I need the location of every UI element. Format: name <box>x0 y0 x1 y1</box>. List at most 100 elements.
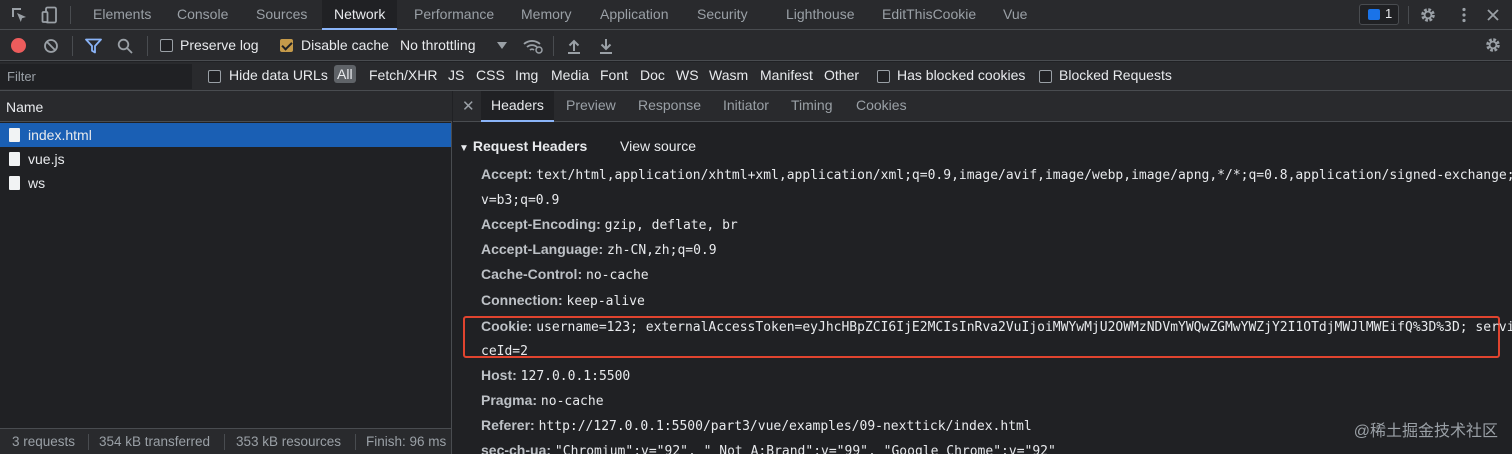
header-value: ceId=2 <box>481 344 528 359</box>
document-file-icon <box>9 128 20 142</box>
header-accept: Accept: text/html,application/xhtml+xml,… <box>481 164 1512 186</box>
header-value: no-cache <box>540 394 604 409</box>
detail-tab-bar: ✕ Headers Preview Response Initiator Tim… <box>453 91 1512 122</box>
filter-type-doc[interactable]: Doc <box>640 67 665 83</box>
tab-security[interactable]: Security <box>697 0 748 30</box>
device-toolbar-icon[interactable] <box>41 6 59 24</box>
network-toolbar: Preserve log Disable cache No throttling <box>0 30 1512 61</box>
header-referer: Referer: http://127.0.0.1:5500/part3/vue… <box>481 415 1032 437</box>
header-sec-ch-ua: sec-ch-ua: "Chromium";v="92", " Not A;Br… <box>481 440 1056 454</box>
filter-type-manifest[interactable]: Manifest <box>760 67 813 83</box>
filter-type-fetch-xhr[interactable]: Fetch/XHR <box>369 67 437 83</box>
export-har-icon[interactable] <box>599 38 613 54</box>
header-value: v=b3;q=0.9 <box>481 193 560 208</box>
disable-cache-label: Disable cache <box>301 37 389 53</box>
import-har-icon[interactable] <box>567 38 581 54</box>
record-button[interactable] <box>11 38 26 53</box>
request-headers-section-toggle[interactable]: ▼ Request Headers <box>459 138 587 154</box>
toolbar-divider <box>1408 6 1409 24</box>
issues-count: 1 <box>1385 6 1393 21</box>
name-column-header[interactable]: Name <box>0 91 452 122</box>
issues-badge[interactable]: 1 <box>1359 4 1399 25</box>
throttling-select[interactable]: No throttling <box>400 37 475 53</box>
header-value: zh-CN,zh;q=0.9 <box>607 243 717 258</box>
websocket-file-icon <box>9 176 20 190</box>
tab-memory[interactable]: Memory <box>521 0 572 30</box>
header-value: text/html,application/xhtml+xml,applicat… <box>536 168 1512 183</box>
tab-lighthouse[interactable]: Lighthouse <box>786 0 855 30</box>
filter-type-wasm[interactable]: Wasm <box>709 67 748 83</box>
settings-gear-icon[interactable] <box>1419 6 1437 24</box>
tab-editthiscookie[interactable]: EditThisCookie <box>882 0 976 30</box>
close-devtools-icon[interactable] <box>1484 6 1502 24</box>
header-pragma: Pragma: no-cache <box>481 390 604 412</box>
request-headers-title: Request Headers <box>472 138 588 154</box>
header-host: Host: 127.0.0.1:5500 <box>481 365 630 387</box>
tab-performance[interactable]: Performance <box>414 0 494 30</box>
issue-message-icon <box>1368 9 1380 20</box>
request-list-panel: Name index.html vue.js ws 3 requests 354… <box>0 91 452 454</box>
request-row-ws[interactable]: ws <box>0 171 451 195</box>
expand-triangle-icon: ▼ <box>459 143 469 154</box>
tab-elements[interactable]: Elements <box>93 0 151 30</box>
toolbar-divider <box>72 36 73 56</box>
requests-count: 3 requests <box>12 434 76 449</box>
request-row-vue-js[interactable]: vue.js <box>0 147 451 171</box>
tab-cookies[interactable]: Cookies <box>856 91 907 122</box>
header-cache-control: Cache-Control: no-cache <box>481 264 649 286</box>
filter-type-js[interactable]: JS <box>448 67 464 83</box>
disable-cache-checkbox[interactable] <box>280 39 293 52</box>
header-key: Cookie: <box>481 318 533 334</box>
close-detail-icon[interactable]: ✕ <box>462 97 475 115</box>
tab-vue[interactable]: Vue <box>1003 0 1027 30</box>
devtools-tab-bar: Elements Console Sources Network Perform… <box>0 0 1512 30</box>
clear-icon[interactable] <box>43 38 59 54</box>
has-blocked-cookies-label: Has blocked cookies <box>897 67 1026 83</box>
dropdown-arrow-icon <box>497 42 507 49</box>
filter-type-ws[interactable]: WS <box>676 67 699 83</box>
preserve-log-checkbox[interactable] <box>160 39 173 52</box>
header-cookie-continued: ceId=2 <box>481 340 528 362</box>
tab-network[interactable]: Network <box>322 0 398 30</box>
tab-application[interactable]: Application <box>600 0 669 30</box>
tab-initiator[interactable]: Initiator <box>723 91 769 122</box>
header-value: gzip, deflate, br <box>604 218 738 233</box>
inspect-element-icon[interactable] <box>10 6 28 24</box>
filter-funnel-icon[interactable] <box>85 38 102 54</box>
header-accept-language: Accept-Language: zh-CN,zh;q=0.9 <box>481 239 717 261</box>
header-key: Accept: <box>481 166 533 182</box>
blocked-requests-label: Blocked Requests <box>1059 67 1172 83</box>
request-name: ws <box>28 175 46 191</box>
request-detail-panel: ✕ Headers Preview Response Initiator Tim… <box>453 91 1512 454</box>
header-key: Connection: <box>481 292 563 308</box>
blocked-requests-checkbox[interactable] <box>1039 70 1052 83</box>
request-row-index-html[interactable]: index.html <box>0 123 451 147</box>
filter-type-media[interactable]: Media <box>551 67 589 83</box>
filter-type-font[interactable]: Font <box>600 67 628 83</box>
search-icon[interactable] <box>117 38 133 54</box>
more-options-icon[interactable] <box>1455 6 1473 24</box>
hide-data-urls-checkbox[interactable] <box>208 70 221 83</box>
network-conditions-icon[interactable] <box>522 37 544 55</box>
tab-sources[interactable]: Sources <box>256 0 307 30</box>
filter-type-img[interactable]: Img <box>515 67 538 83</box>
tab-response[interactable]: Response <box>638 91 701 122</box>
resources-size: 353 kB resources <box>236 434 342 449</box>
tab-preview[interactable]: Preview <box>566 91 616 122</box>
filter-type-other[interactable]: Other <box>824 67 859 83</box>
header-cookie: Cookie: username=123; externalAccessToke… <box>481 316 1512 338</box>
network-settings-gear-icon[interactable] <box>1484 36 1502 54</box>
header-accept-encoding: Accept-Encoding: gzip, deflate, br <box>481 214 738 236</box>
header-key: sec-ch-ua: <box>481 442 552 454</box>
view-source-link[interactable]: View source <box>620 138 696 154</box>
toolbar-divider <box>70 6 71 24</box>
filter-type-all[interactable]: All <box>334 65 356 83</box>
filter-input[interactable] <box>0 64 192 89</box>
tab-timing[interactable]: Timing <box>791 91 833 122</box>
watermark-text: @稀土掘金技术社区 <box>1353 423 1498 440</box>
tab-console[interactable]: Console <box>177 0 228 30</box>
has-blocked-cookies-checkbox[interactable] <box>877 70 890 83</box>
tab-headers[interactable]: Headers <box>481 91 554 122</box>
status-divider <box>224 434 225 450</box>
filter-type-css[interactable]: CSS <box>476 67 505 83</box>
